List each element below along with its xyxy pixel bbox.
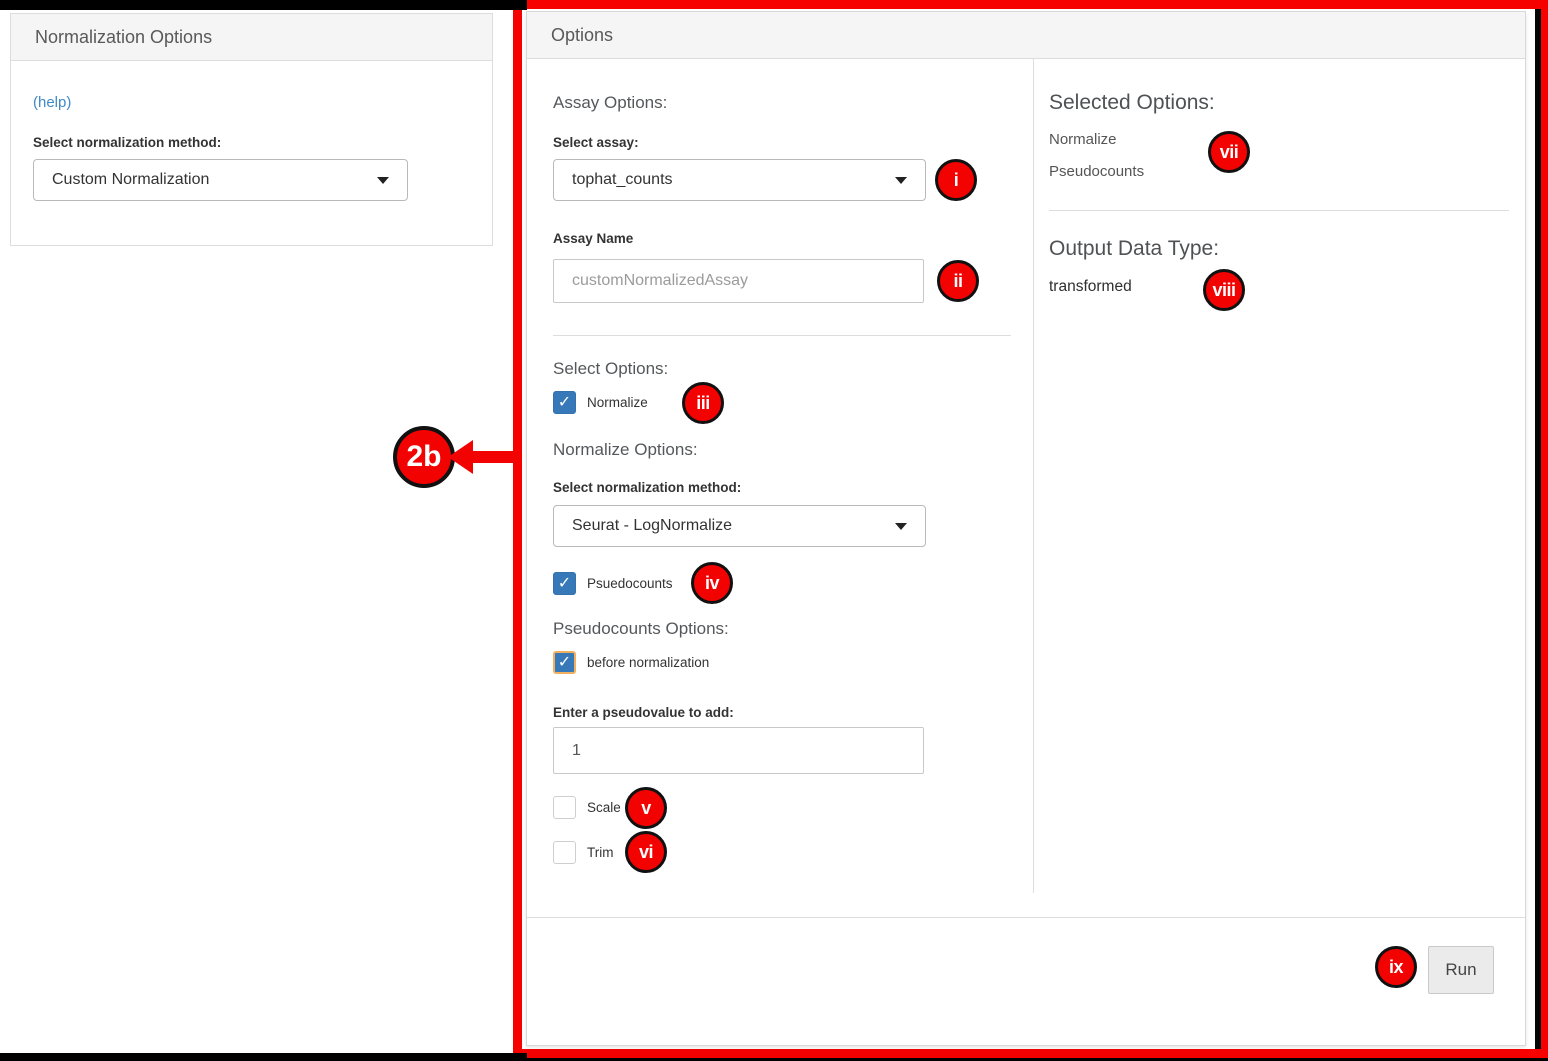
run-button[interactable]: Run [1428,946,1494,994]
normalize-checkbox-row[interactable]: Normalize [553,391,648,414]
assay-select[interactable]: tophat_counts [553,159,926,201]
section-divider [553,335,1011,336]
pseudocounts-options-heading: Pseudocounts Options: [553,619,729,639]
trim-checkbox[interactable] [553,841,576,864]
pseudocounts-checkbox[interactable] [553,572,576,595]
pseudovalue-label: Enter a pseudovalue to add: [553,705,734,720]
normalize-options-heading: Normalize Options: [553,440,698,460]
normalization-method-select[interactable]: Seurat - LogNormalize [553,505,926,547]
step-2b-arrow-head-icon [448,440,473,474]
annotation-red-frame: Options Assay Options: Select assay: top… [513,0,1548,1058]
before-normalization-checkbox-row[interactable]: before normalization [553,651,709,674]
selected-options-heading: Selected Options: [1049,91,1215,115]
step-2b-annotation: 2b [393,426,455,488]
step-2b-arrow-shaft [471,451,518,463]
options-card: Options Assay Options: Select assay: top… [526,11,1526,1046]
before-normalization-label: before normalization [587,655,709,670]
assay-select-value: tophat_counts [572,171,673,189]
selected-option-item: Pseudocounts [1049,163,1144,180]
chevron-down-icon [377,177,389,184]
pseudocounts-checkbox-row[interactable]: Psuedocounts [553,572,673,595]
summary-divider [1049,210,1509,211]
assay-name-input[interactable] [553,259,924,303]
normalization-options-header: Normalization Options [11,14,492,61]
output-data-type-heading: Output Data Type: [1049,237,1219,261]
annotation-marker-vii: vii [1208,131,1250,173]
scale-checkbox-row[interactable]: Scale [553,796,621,819]
options-panel-background: Options Assay Options: Select assay: top… [522,9,1535,1049]
annotation-marker-iv: iv [691,562,733,604]
normalization-method-select[interactable]: Custom Normalization [33,159,408,201]
annotation-marker-viii: viii [1203,269,1245,311]
normalization-method-label: Select normalization method: [553,480,741,495]
options-footer: Run [527,917,1525,1045]
annotation-marker-ix: ix [1375,946,1417,988]
assay-name-label: Assay Name [553,231,633,246]
screenshot-top-border [0,0,527,10]
page: Normalization Options (help) Select norm… [0,0,1548,1061]
normalization-options-body: (help) Select normalization method: Cust… [11,61,492,246]
output-data-type-value: transformed [1049,278,1132,296]
normalize-checkbox-label: Normalize [587,395,648,410]
annotation-marker-i: i [935,159,977,201]
annotation-marker-ii: ii [937,260,979,302]
before-normalization-checkbox[interactable] [553,651,576,674]
options-title: Options [551,25,613,46]
select-assay-label: Select assay: [553,135,639,150]
options-header: Options [527,12,1525,59]
scale-checkbox[interactable] [553,796,576,819]
annotation-marker-v: v [625,787,667,829]
options-body: Assay Options: Select assay: tophat_coun… [527,59,1525,917]
normalization-method-label: Select normalization method: [33,135,221,150]
annotation-marker-vi: vi [625,831,667,873]
normalize-checkbox[interactable] [553,391,576,414]
help-link[interactable]: (help) [33,94,71,111]
normalization-method-value: Custom Normalization [52,171,209,189]
column-divider [1033,59,1034,893]
chevron-down-icon [895,177,907,184]
trim-checkbox-row[interactable]: Trim [553,841,614,864]
assay-options-heading: Assay Options: [553,93,667,113]
normalization-method-value: Seurat - LogNormalize [572,517,732,535]
screenshot-bottom-border [0,1053,527,1061]
chevron-down-icon [895,523,907,530]
pseudovalue-input[interactable] [553,727,924,774]
selected-option-item: Normalize [1049,131,1117,148]
select-options-heading: Select Options: [553,359,668,379]
trim-checkbox-label: Trim [587,845,614,860]
pseudocounts-checkbox-label: Psuedocounts [587,576,673,591]
scale-checkbox-label: Scale [587,800,621,815]
normalization-options-card: Normalization Options (help) Select norm… [10,13,493,246]
screenshot-edge: Options Assay Options: Select assay: top… [522,9,1541,1049]
normalization-options-title: Normalization Options [35,27,212,48]
annotation-marker-iii: iii [682,382,724,424]
